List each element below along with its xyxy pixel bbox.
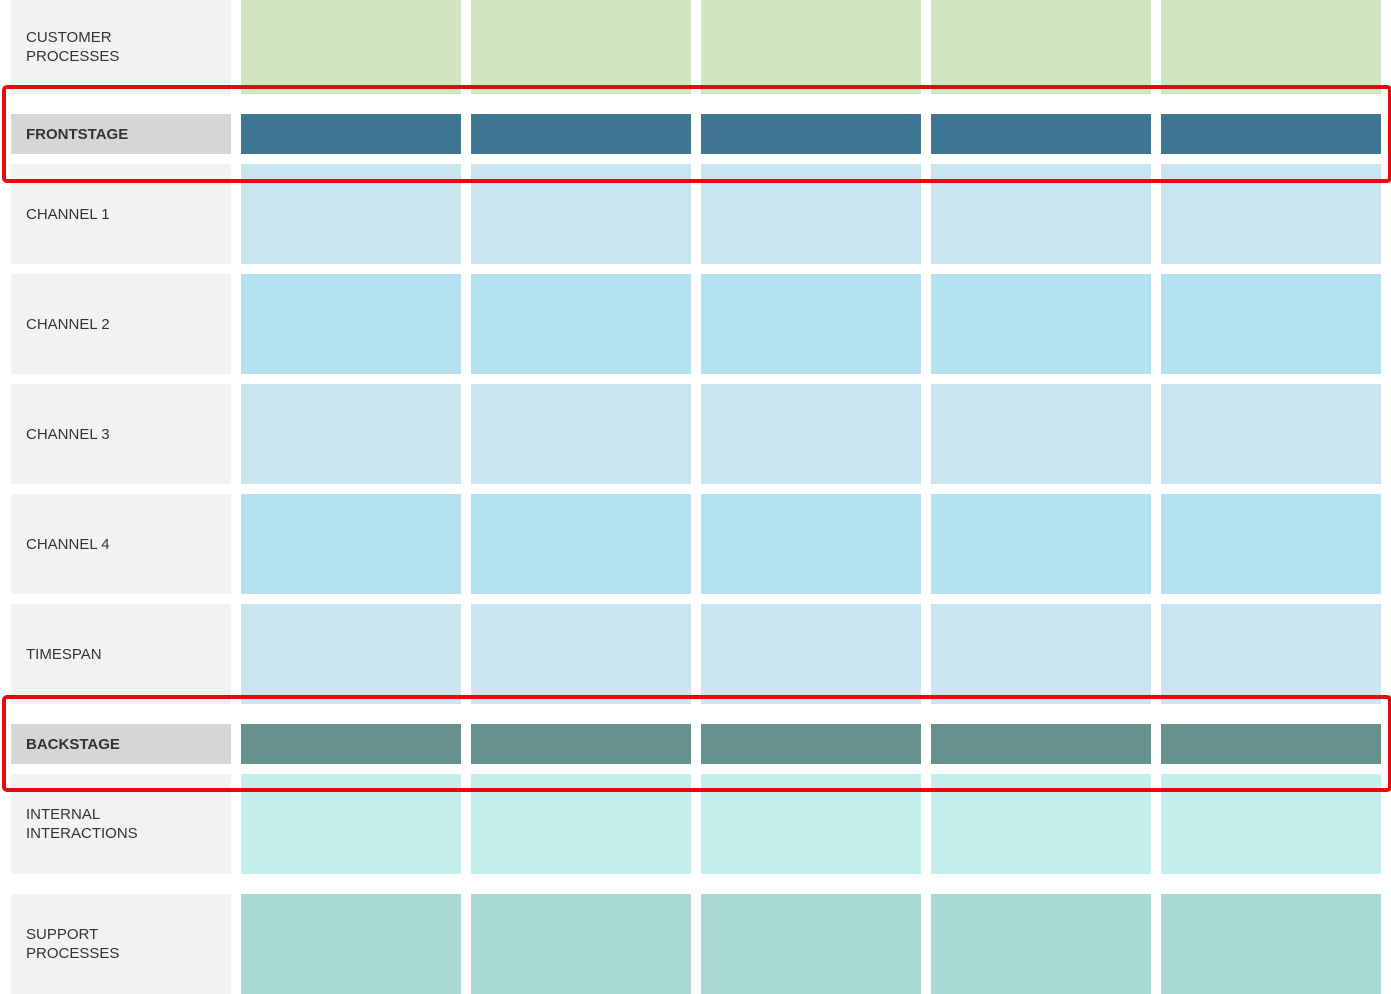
row-label: CHANNEL 4: [11, 494, 231, 594]
row-label: INTERNAL INTERACTIONS: [11, 774, 231, 874]
grid-cell: [471, 274, 691, 374]
grid-cell: [241, 494, 461, 594]
grid-cell: [1161, 724, 1381, 764]
grid-cell: [471, 774, 691, 874]
grid-cell: [1161, 0, 1381, 94]
row-label-text: CHANNEL 4: [26, 535, 110, 553]
grid-cell: [471, 724, 691, 764]
grid-cell: [1161, 604, 1381, 704]
row-timespan: TIMESPAN: [0, 604, 1391, 704]
row-label: CHANNEL 2: [11, 274, 231, 374]
grid-cell: [241, 114, 461, 154]
grid-cell: [241, 894, 461, 994]
grid-cell: [931, 384, 1151, 484]
row-label: CHANNEL 3: [11, 384, 231, 484]
grid-cell: [1161, 384, 1381, 484]
row-label-text: FRONTSTAGE: [26, 125, 129, 143]
grid-cell: [701, 724, 921, 764]
grid-cell: [701, 604, 921, 704]
row-label-text: BACKSTAGE: [26, 735, 120, 753]
grid-cell: [931, 164, 1151, 264]
row-label: TIMESPAN: [11, 604, 231, 704]
grid-cell: [931, 724, 1151, 764]
row-label-text: CHANNEL 3: [26, 425, 110, 443]
grid-cell: [701, 0, 921, 94]
row-label-text: INTERNAL INTERACTIONS: [26, 806, 138, 842]
row-channel-3: CHANNEL 3: [0, 384, 1391, 484]
grid-cell: [1161, 114, 1381, 154]
grid-cell: [701, 114, 921, 154]
grid-cell: [241, 774, 461, 874]
row-frontstage: FRONTSTAGE: [0, 114, 1391, 154]
row-label-text: TIMESPAN: [26, 645, 102, 663]
grid-cell: [931, 494, 1151, 594]
row-channel-4: CHANNEL 4: [0, 494, 1391, 594]
row-customer-processes: CUSTOMER PROCESSES: [0, 0, 1391, 94]
row-label: CHANNEL 1: [11, 164, 231, 264]
row-label: BACKSTAGE: [11, 724, 231, 764]
row-label-text: CUSTOMER PROCESSES: [26, 29, 120, 65]
grid-cell: [931, 894, 1151, 994]
row-label: SUPPORT PROCESSES: [11, 894, 231, 994]
grid-cell: [1161, 494, 1381, 594]
grid-cell: [931, 114, 1151, 154]
grid-cell: [471, 604, 691, 704]
row-channel-1: CHANNEL 1: [0, 164, 1391, 264]
grid-cell: [931, 0, 1151, 94]
row-label-text: SUPPORT PROCESSES: [26, 926, 120, 962]
grid-cell: [471, 164, 691, 264]
row-label-text: CHANNEL 1: [26, 205, 110, 223]
grid-cell: [1161, 164, 1381, 264]
grid-cell: [701, 894, 921, 994]
row-label: CUSTOMER PROCESSES: [11, 0, 231, 94]
grid-cell: [1161, 274, 1381, 374]
row-support-processes: SUPPORT PROCESSES: [0, 894, 1391, 994]
grid-cell: [471, 494, 691, 594]
grid-cell: [471, 384, 691, 484]
grid-cell: [241, 604, 461, 704]
grid-cell: [1161, 894, 1381, 994]
grid-cell: [241, 384, 461, 484]
grid-cell: [931, 274, 1151, 374]
grid-cell: [471, 114, 691, 154]
grid-cell: [241, 274, 461, 374]
grid-cell: [1161, 774, 1381, 874]
grid-cell: [931, 774, 1151, 874]
grid-cell: [241, 724, 461, 764]
grid-cell: [471, 0, 691, 94]
grid-cell: [701, 384, 921, 484]
grid-cell: [241, 0, 461, 94]
grid-cell: [471, 894, 691, 994]
grid-cell: [701, 164, 921, 264]
grid-cell: [701, 774, 921, 874]
grid-cell: [241, 164, 461, 264]
row-label-text: CHANNEL 2: [26, 315, 110, 333]
row-backstage: BACKSTAGE: [0, 724, 1391, 764]
row-internal-interactions: INTERNAL INTERACTIONS: [0, 774, 1391, 874]
grid-cell: [931, 604, 1151, 704]
grid-cell: [701, 494, 921, 594]
row-label: FRONTSTAGE: [11, 114, 231, 154]
grid-cell: [701, 274, 921, 374]
row-channel-2: CHANNEL 2: [0, 274, 1391, 374]
